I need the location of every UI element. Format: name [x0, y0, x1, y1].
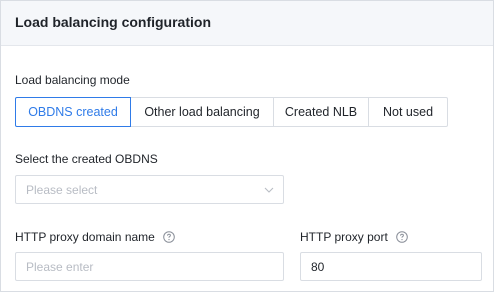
mode-option-other-load-balancing[interactable]: Other load balancing: [130, 97, 274, 127]
obdns-label: Select the created OBDNS: [15, 152, 158, 166]
proxy-port-label-row: HTTP proxy port: [300, 230, 408, 244]
proxy-port-value: 80: [311, 259, 325, 274]
mode-option-not-used[interactable]: Not used: [368, 97, 448, 127]
proxy-domain-label-row: HTTP proxy domain name: [15, 230, 175, 244]
panel-title: Load balancing configuration: [15, 14, 211, 30]
mode-segmented-control: OBDNS created Other load balancing Creat…: [15, 97, 448, 127]
load-balancing-panel: Load balancing configuration Load balanc…: [0, 0, 494, 292]
proxy-port-label: HTTP proxy port: [300, 230, 388, 244]
mode-label: Load balancing mode: [15, 73, 130, 87]
proxy-domain-placeholder: Please enter: [26, 259, 94, 274]
proxy-port-input[interactable]: 80: [300, 252, 482, 281]
obdns-select[interactable]: Please select: [15, 175, 284, 204]
obdns-select-placeholder: Please select: [26, 182, 98, 197]
help-icon[interactable]: [163, 231, 175, 243]
mode-option-created-nlb[interactable]: Created NLB: [273, 97, 369, 127]
chevron-down-icon: [264, 187, 274, 193]
proxy-domain-input[interactable]: Please enter: [15, 252, 284, 281]
mode-option-obdns-created[interactable]: OBDNS created: [15, 97, 131, 127]
proxy-domain-label: HTTP proxy domain name: [15, 230, 155, 244]
panel-header: Load balancing configuration: [1, 1, 493, 46]
help-icon[interactable]: [396, 231, 408, 243]
